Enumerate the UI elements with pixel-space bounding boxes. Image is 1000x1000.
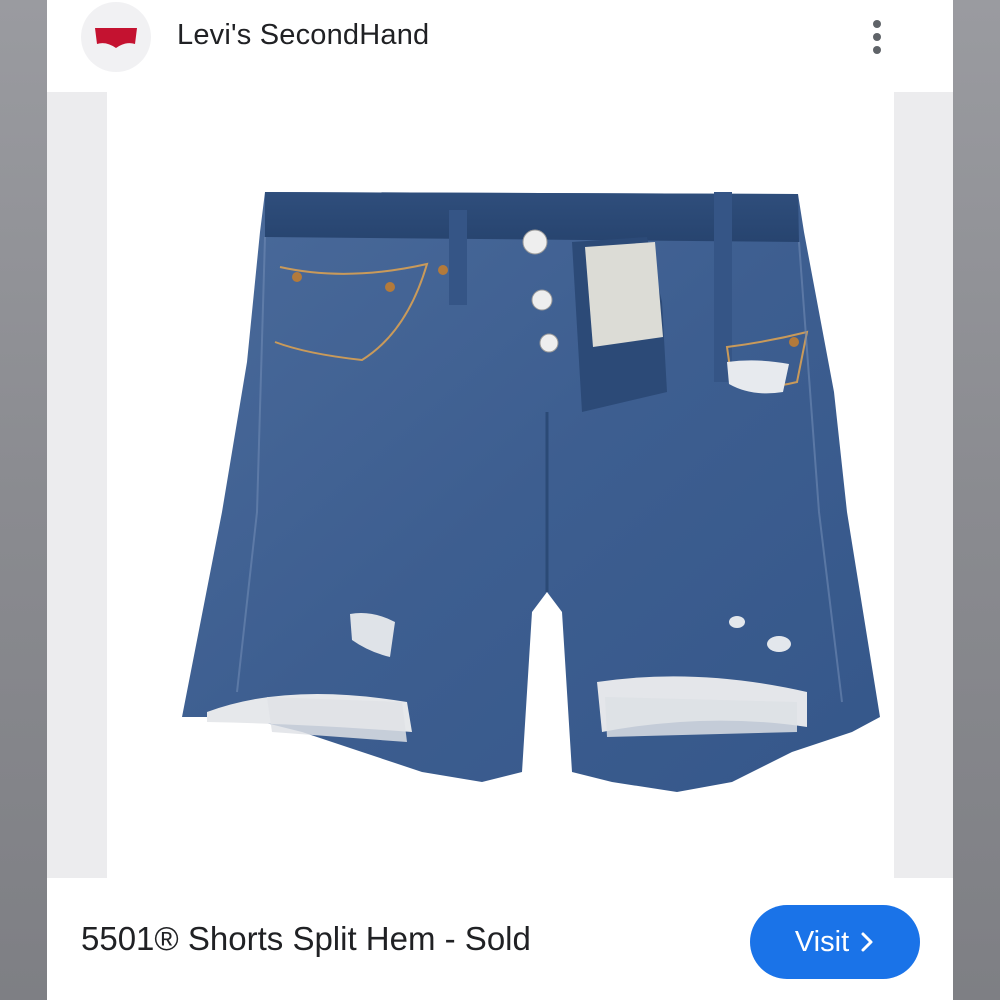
visit-button[interactable]: Visit	[750, 905, 920, 979]
background-right	[953, 0, 1000, 1000]
site-logo[interactable]	[81, 2, 151, 72]
levis-batwing-logo-icon	[95, 28, 137, 48]
card-header: Levi's SecondHand	[47, 0, 953, 90]
more-options-button[interactable]	[859, 14, 895, 60]
image-margin-left	[47, 92, 107, 878]
site-name[interactable]: Levi's SecondHand	[177, 19, 429, 52]
image-margin-right	[894, 92, 953, 878]
chevron-right-icon	[861, 932, 873, 952]
denim-shorts-illustration	[182, 192, 880, 792]
product-title[interactable]: 5501® Shorts Split Hem - Sold	[81, 920, 531, 958]
result-card: Levi's SecondHand 5501® Shorts Split Hem…	[47, 0, 953, 1000]
more-vert-icon	[873, 20, 881, 28]
visit-label: Visit	[794, 925, 850, 958]
product-image-area[interactable]	[47, 92, 953, 878]
background-left	[0, 0, 47, 1000]
card-footer: 5501® Shorts Split Hem - Sold Visit	[47, 878, 953, 1000]
product-image[interactable]	[107, 92, 894, 878]
